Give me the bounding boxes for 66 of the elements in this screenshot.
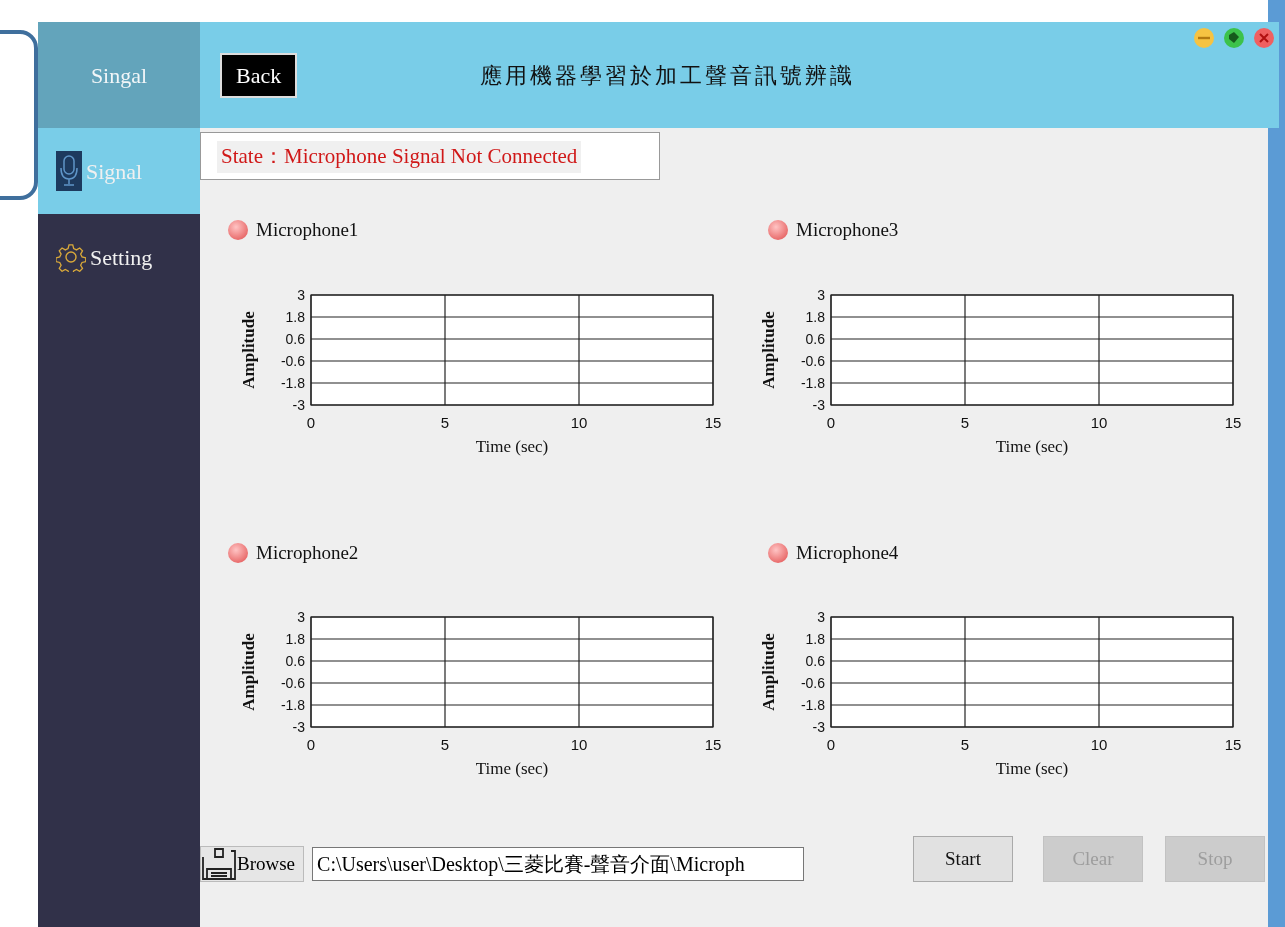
microphone-icon <box>56 151 82 191</box>
minimize-icon[interactable] <box>1193 27 1215 49</box>
path-field[interactable]: C:\Users\user\Desktop\三菱比賽-聲音介面\Microph <box>312 847 805 881</box>
y-tick-label: 0.6 <box>285 330 305 347</box>
y-tick-label: 1.8 <box>805 631 825 647</box>
y-tick-label: 0.6 <box>285 653 305 669</box>
microphone-label: Microphone3 <box>796 218 899 242</box>
x-tick-label: 0 <box>306 413 316 431</box>
y-tick-label: 3 <box>297 609 305 625</box>
x-tick-label: 10 <box>1090 736 1108 753</box>
y-tick-label: -0.6 <box>800 352 825 369</box>
x-axis-title: Time (sec) <box>995 759 1069 778</box>
x-tick-label: 5 <box>960 736 970 753</box>
x-tick-label: 15 <box>704 413 722 431</box>
x-axis-title: Time (sec) <box>475 759 549 778</box>
microphone-label: Microphone1 <box>256 218 359 242</box>
x-tick-label: 5 <box>440 413 450 431</box>
x-axis-title: Time (sec) <box>475 436 549 456</box>
x-tick-label: 10 <box>1090 413 1108 431</box>
x-tick-label: 5 <box>440 736 450 753</box>
y-tick-label: -1.8 <box>280 374 305 391</box>
x-tick-label: 0 <box>826 413 836 431</box>
y-tick-label: -0.6 <box>800 675 825 691</box>
x-tick-label: 15 <box>1224 736 1242 753</box>
y-axis-title: Amplitude <box>239 633 258 711</box>
x-tick-label: 10 <box>570 413 588 431</box>
app-title: 應用機器學習於加工聲音訊號辨識 <box>480 62 856 90</box>
maximize-icon[interactable] <box>1223 27 1245 49</box>
y-tick-label: 3 <box>817 609 825 625</box>
x-tick-label: 15 <box>704 736 722 753</box>
y-tick-label: -3 <box>812 396 825 413</box>
gear-icon <box>56 242 86 272</box>
y-axis-title: Amplitude <box>759 633 778 711</box>
y-tick-label: -1.8 <box>280 697 305 713</box>
y-tick-label: 3 <box>817 286 825 303</box>
y-axis-title: Amplitude <box>239 310 258 389</box>
nav-item[interactable]: Setting <box>38 214 200 300</box>
y-tick-label: -3 <box>812 719 825 735</box>
y-tick-label: 1.8 <box>285 631 305 647</box>
y-tick-label: 3 <box>297 286 305 303</box>
x-tick-label: 0 <box>826 736 836 753</box>
status-text: State：Microphone Signal Not Connected <box>217 141 582 173</box>
browse-button[interactable]: Browse <box>200 846 305 882</box>
action-button[interactable]: Start <box>913 836 1013 882</box>
y-tick-label: -0.6 <box>280 675 305 691</box>
microphone-label: Microphone4 <box>796 540 899 565</box>
back-button[interactable]: Back <box>220 53 298 98</box>
y-tick-label: 0.6 <box>805 330 825 347</box>
y-axis-title: Amplitude <box>759 310 778 389</box>
y-tick-label: -1.8 <box>800 697 825 713</box>
close-icon[interactable] <box>1253 27 1275 49</box>
save-icon <box>201 847 237 881</box>
y-tick-label: 0.6 <box>805 653 825 669</box>
x-tick-label: 0 <box>306 736 316 753</box>
y-tick-label: -3 <box>292 719 305 735</box>
y-tick-label: -3 <box>292 396 305 413</box>
x-tick-label: 5 <box>960 413 970 431</box>
microphone-label: Microphone2 <box>256 540 359 565</box>
x-axis-title: Time (sec) <box>995 436 1069 456</box>
x-tick-label: 15 <box>1224 413 1242 431</box>
y-tick-label: -1.8 <box>800 374 825 391</box>
app-brand: Singal <box>90 61 148 90</box>
y-tick-label: 1.8 <box>805 308 825 325</box>
y-tick-label: 1.8 <box>285 308 305 325</box>
y-tick-label: -0.6 <box>280 352 305 369</box>
x-tick-label: 10 <box>570 736 588 753</box>
